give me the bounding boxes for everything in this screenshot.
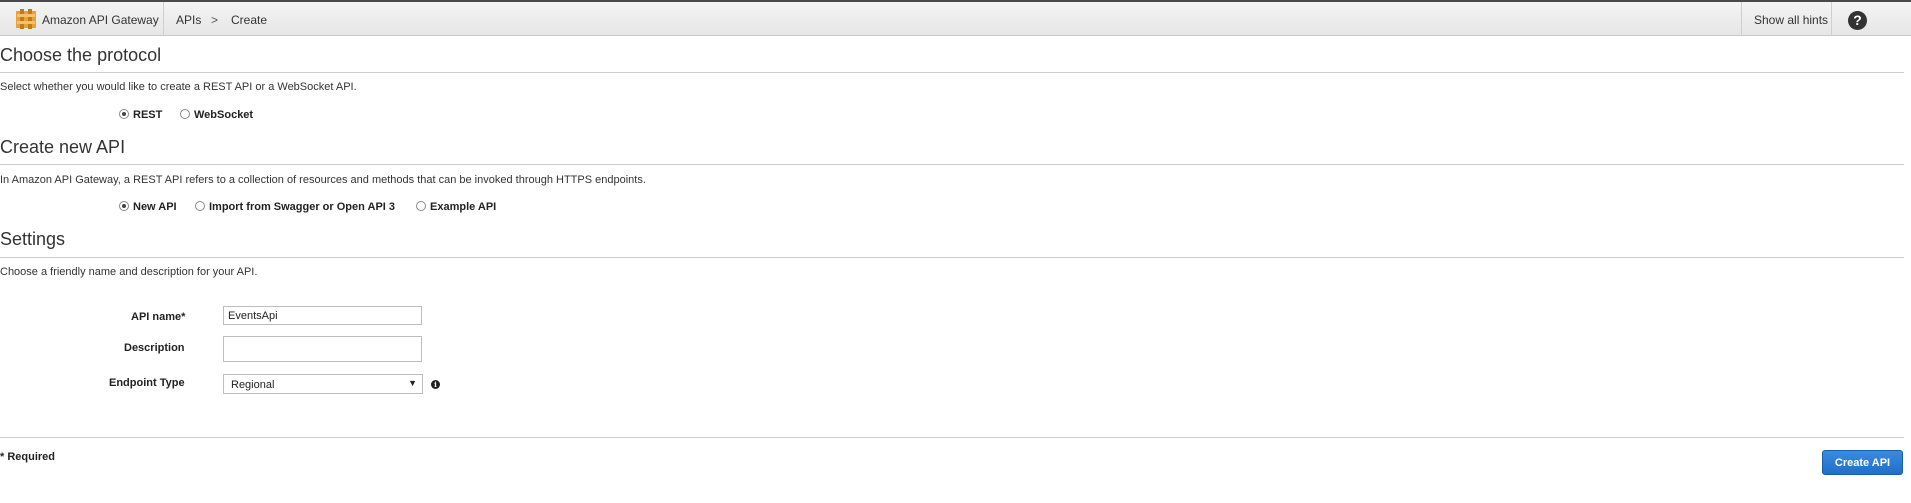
section-divider [0, 164, 1904, 165]
show-all-hints-link[interactable]: Show all hints [1754, 13, 1828, 27]
description-input[interactable] [223, 336, 422, 362]
breadcrumb-apis[interactable]: APIs [176, 13, 201, 27]
chevron-down-icon: ▼ [408, 378, 417, 388]
nav-divider [1831, 2, 1832, 36]
nav-divider [1741, 2, 1742, 36]
info-icon[interactable]: i [431, 380, 440, 389]
create-api-description: In Amazon API Gateway, a REST API refers… [0, 174, 646, 186]
endpoint-type-selected-value: Regional [231, 379, 275, 391]
section-divider [0, 72, 1904, 73]
radio-import-swagger[interactable] [195, 201, 205, 211]
radio-example-api-label[interactable]: Example API [430, 201, 496, 213]
radio-rest-label[interactable]: REST [133, 109, 162, 121]
breadcrumb-create: Create [231, 13, 268, 27]
question-circle-icon[interactable]: ? [1848, 11, 1867, 30]
radio-rest[interactable] [119, 109, 129, 119]
breadcrumb-separator: > [211, 13, 219, 27]
required-note: * Required [0, 451, 56, 463]
radio-websocket-label[interactable]: WebSocket [194, 109, 253, 121]
brand-name[interactable]: Amazon API Gateway [42, 13, 159, 27]
api-gateway-logo-icon[interactable] [15, 8, 37, 30]
create-api-button[interactable]: Create API [1822, 450, 1903, 475]
radio-import-swagger-label[interactable]: Import from Swagger or Open API 3 [209, 201, 395, 213]
radio-new-api[interactable] [119, 201, 129, 211]
description-label: Description [124, 342, 185, 354]
nav-divider [163, 2, 164, 36]
endpoint-type-label: Endpoint Type [109, 377, 185, 389]
api-name-label: API name* [131, 311, 186, 323]
protocol-section-title: Choose the protocol [0, 45, 162, 65]
radio-new-api-label[interactable]: New API [133, 201, 177, 213]
endpoint-type-select[interactable]: Regional ▼ [223, 374, 423, 394]
settings-section-title: Settings [0, 229, 66, 249]
radio-websocket[interactable] [180, 109, 190, 119]
footer-divider [0, 437, 1904, 438]
radio-example-api[interactable] [416, 201, 426, 211]
protocol-description: Select whether you would like to create … [0, 81, 357, 93]
section-divider [0, 257, 1904, 258]
api-name-input[interactable] [223, 306, 422, 325]
create-api-section-title: Create new API [0, 137, 126, 157]
top-navigation-bar: Amazon API Gateway APIs > Create Show al… [0, 0, 1911, 36]
settings-description: Choose a friendly name and description f… [0, 266, 258, 278]
